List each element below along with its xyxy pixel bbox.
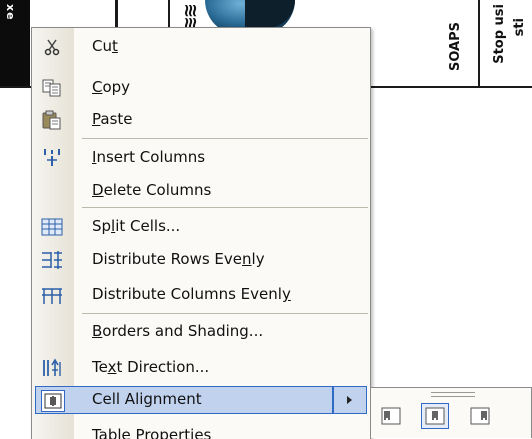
menu-separator: [82, 313, 368, 314]
black-cell-text: xe: [4, 4, 17, 21]
menu-item-paste[interactable]: Paste: [32, 105, 370, 135]
menu-label-distribute-rows: Distribute Rows Evenly: [92, 250, 265, 268]
cell-alignment-icon: [41, 390, 65, 412]
menu-item-insert-columns[interactable]: Insert Columns: [32, 143, 370, 173]
scissors-icon: [41, 37, 63, 57]
menu-label-borders-shading: Borders and Shading...: [92, 322, 264, 340]
align-left-icon: [381, 407, 401, 425]
menu-label-distribute-columns: Distribute Columns Evenly: [92, 285, 291, 303]
menu-item-cut[interactable]: Cut: [32, 32, 370, 62]
menu-item-borders-shading[interactable]: Borders and Shading...: [32, 317, 370, 347]
rotated-text: Stop usi: [492, 4, 507, 64]
menu-separator: [82, 207, 368, 208]
context-menu: Cut Copy Paste Insert Columns Delete Col…: [31, 27, 371, 439]
menu-label-table-properties: Table Properties: [92, 426, 212, 439]
distribute-rows-icon: [41, 250, 63, 270]
menu-label-delete-columns: Delete Columns: [92, 181, 212, 199]
rotated-arrow-text: ≋≋: [180, 3, 201, 30]
align-right-button[interactable]: [466, 403, 494, 429]
rotated-text: SOAPS: [448, 22, 463, 72]
distribute-columns-icon: [41, 285, 63, 305]
submenu-arrow-icon[interactable]: [333, 386, 367, 414]
menu-label-cut: Cut: [92, 37, 118, 55]
menu-item-cell-alignment[interactable]: Cell Alignment: [32, 385, 370, 415]
menu-label-cell-alignment: Cell Alignment: [92, 390, 202, 408]
menu-separator: [82, 138, 368, 139]
menu-label-text-direction: Text Direction...: [92, 358, 210, 376]
rotated-text: sti: [512, 18, 527, 37]
menu-label-split-cells: Split Cells...: [92, 217, 181, 235]
align-left-button[interactable]: [377, 403, 405, 429]
copy-icon: [41, 78, 63, 98]
menu-item-copy[interactable]: Copy: [32, 73, 370, 103]
submenu-drag-handle[interactable]: [431, 392, 475, 397]
black-cell: xe: [0, 0, 30, 88]
menu-item-split-cells[interactable]: Split Cells...: [32, 212, 370, 242]
paste-icon: [41, 110, 63, 130]
insert-columns-icon: [41, 148, 63, 168]
menu-item-distribute-rows[interactable]: Distribute Rows Evenly: [32, 245, 370, 275]
split-cells-icon: [41, 217, 63, 237]
menu-label-paste: Paste: [92, 110, 133, 128]
menu-label-insert-columns: Insert Columns: [92, 148, 206, 166]
menu-item-text-direction[interactable]: Text Direction...: [32, 353, 370, 383]
cell-alignment-submenu: [370, 387, 532, 438]
text-direction-icon: [41, 358, 63, 378]
menu-item-distribute-columns[interactable]: Distribute Columns Evenly: [32, 280, 370, 310]
table-border: [478, 0, 480, 88]
menu-item-table-properties[interactable]: Table Properties: [32, 421, 370, 439]
align-right-icon: [470, 407, 490, 425]
align-center-button[interactable]: [421, 403, 449, 429]
document-image-shade: [245, 0, 295, 28]
menu-label-copy: Copy: [92, 78, 131, 96]
align-center-icon: [425, 407, 445, 425]
menu-item-delete-columns[interactable]: Delete Columns: [32, 176, 370, 206]
